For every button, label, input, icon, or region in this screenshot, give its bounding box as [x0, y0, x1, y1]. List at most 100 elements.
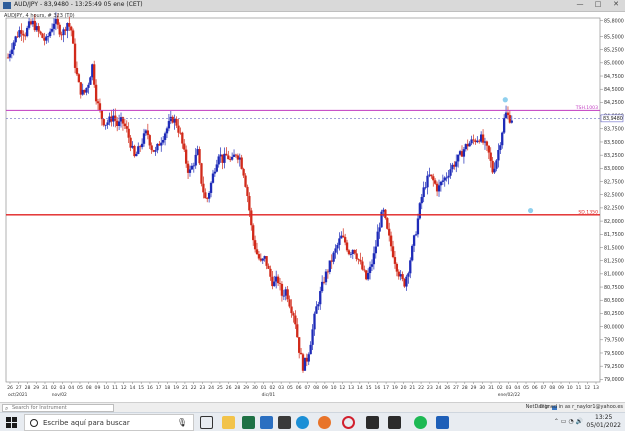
x-tick-label: 21 — [182, 385, 188, 391]
candle-body — [37, 26, 40, 32]
candle-body — [175, 118, 178, 126]
x-tick-label: 29 — [33, 385, 39, 391]
candle-body — [58, 24, 61, 35]
alert-marker-icon[interactable] — [502, 97, 508, 103]
system-tray-icons[interactable]: ⌃ ▭ ◔ 🔊 — [554, 418, 583, 425]
upper-level-label: TSH.1003 — [575, 105, 598, 111]
microphone-icon[interactable]: 🎙 — [177, 418, 187, 427]
clock[interactable]: 13:25 05/01/2022 — [586, 414, 621, 430]
lower-level-label: SD.1350 — [578, 209, 598, 215]
candle-body — [388, 228, 391, 236]
spotify-icon[interactable] — [414, 416, 427, 429]
x-tick-label: 19 — [392, 385, 398, 391]
x-tick-label: 02 — [497, 385, 503, 391]
candle-body — [361, 261, 364, 270]
y-tick-label: 82,2500 — [604, 206, 624, 212]
candle-body — [313, 313, 316, 330]
opera-icon[interactable] — [342, 416, 355, 429]
candle-body — [468, 143, 471, 147]
x-month-label: oct/2021 — [8, 392, 28, 398]
file-explorer-icon[interactable] — [222, 416, 235, 429]
candle-body — [75, 67, 79, 75]
edge-icon[interactable] — [296, 416, 309, 429]
candle-body — [41, 33, 44, 38]
candle-body — [39, 31, 42, 34]
y-tick-label: 80,2500 — [604, 311, 624, 317]
firefox-icon[interactable] — [318, 416, 331, 429]
candle-body — [489, 152, 492, 161]
candle-body — [45, 36, 48, 41]
candle-body — [50, 28, 54, 32]
y-tick-label: 85,5000 — [604, 34, 624, 40]
y-tick-label: 85,8000 — [604, 18, 624, 24]
x-tick-label: 02 — [51, 385, 57, 391]
chart-app-icon[interactable] — [388, 416, 401, 429]
candle-body — [85, 87, 88, 93]
x-tick-label: 28 — [25, 385, 31, 391]
x-tick-label: 19 — [173, 385, 179, 391]
minimize-button[interactable]: — — [575, 0, 585, 8]
excel-icon[interactable] — [242, 416, 255, 429]
x-tick-label: 06 — [296, 385, 302, 391]
x-tick-label: 13 — [593, 385, 599, 391]
x-tick-label: 21 — [409, 385, 415, 391]
candle-body — [296, 324, 299, 338]
candle-body — [485, 141, 489, 146]
candle-body — [501, 132, 504, 146]
candle-body — [261, 258, 264, 261]
close-button[interactable]: ✕ — [611, 0, 621, 8]
x-tick-label: 28 — [234, 385, 240, 391]
trading-app-icon[interactable] — [366, 416, 379, 429]
x-tick-label: 12 — [339, 385, 345, 391]
x-tick-label: 12 — [584, 385, 590, 391]
candle-body — [267, 265, 270, 269]
task-view-icon[interactable] — [200, 416, 213, 429]
candle-body — [207, 192, 211, 199]
candle-body — [280, 283, 284, 296]
x-month-label: ene/02/22 — [498, 392, 521, 398]
windows-start-icon[interactable] — [6, 417, 17, 428]
candle-body — [497, 149, 500, 161]
chart-area[interactable]: 85,8000 85,5000 85,2500 85,0000 84,7500 84,50… — [0, 12, 625, 402]
candle-body — [401, 274, 404, 280]
y-tick-label: 83,0000 — [604, 166, 624, 172]
candle-body — [25, 27, 29, 37]
maximize-button[interactable]: □ — [593, 0, 603, 8]
candle-body — [328, 260, 331, 272]
x-tick-label: 05 — [77, 385, 83, 391]
price-chart[interactable]: 85,8000 85,5000 85,2500 85,0000 84,7500 84,50… — [0, 12, 625, 402]
candle-body — [252, 225, 255, 241]
candle-body — [320, 281, 324, 292]
candle-body — [181, 132, 184, 144]
candle-body — [472, 139, 475, 141]
candle-body — [449, 169, 452, 176]
candle-body — [160, 142, 163, 146]
candle-body — [457, 154, 460, 162]
x-tick-label: 15 — [138, 385, 144, 391]
instrument-search-input[interactable] — [12, 405, 112, 411]
candle-body — [338, 238, 341, 245]
instrument-search-box[interactable]: ⌕ — [2, 404, 114, 412]
y-tick-label: 84,2500 — [604, 100, 624, 106]
store-icon[interactable] — [278, 416, 291, 429]
alert-marker-icon[interactable] — [527, 207, 534, 214]
candle-body — [202, 183, 205, 193]
candle-body — [420, 197, 423, 204]
candle-body — [135, 153, 138, 157]
window-title: AUD/JPY - 83,9480 - 13:25:49 05 ene (CET… — [14, 1, 143, 8]
candle-body — [462, 149, 466, 157]
candle-body — [165, 128, 169, 134]
taskbar-search-box[interactable]: Escribe aquí para buscar 🎙 — [24, 414, 194, 431]
x-tick-label: 05 — [523, 385, 529, 391]
candle-body — [52, 23, 56, 29]
mail-icon[interactable] — [260, 416, 273, 429]
candle-body — [117, 121, 121, 126]
x-tick-label: 31 — [42, 385, 48, 391]
windows-taskbar: Escribe aquí para buscar 🎙 ⌃ ▭ ◔ 🔊 13:25… — [0, 412, 625, 431]
y-tick-label: 79,5000 — [604, 351, 624, 357]
candle-body — [441, 180, 444, 182]
x-tick-label: 07 — [304, 385, 310, 391]
x-tick-label: 03 — [506, 385, 512, 391]
candle-body — [154, 150, 157, 152]
candle-body — [163, 133, 167, 140]
